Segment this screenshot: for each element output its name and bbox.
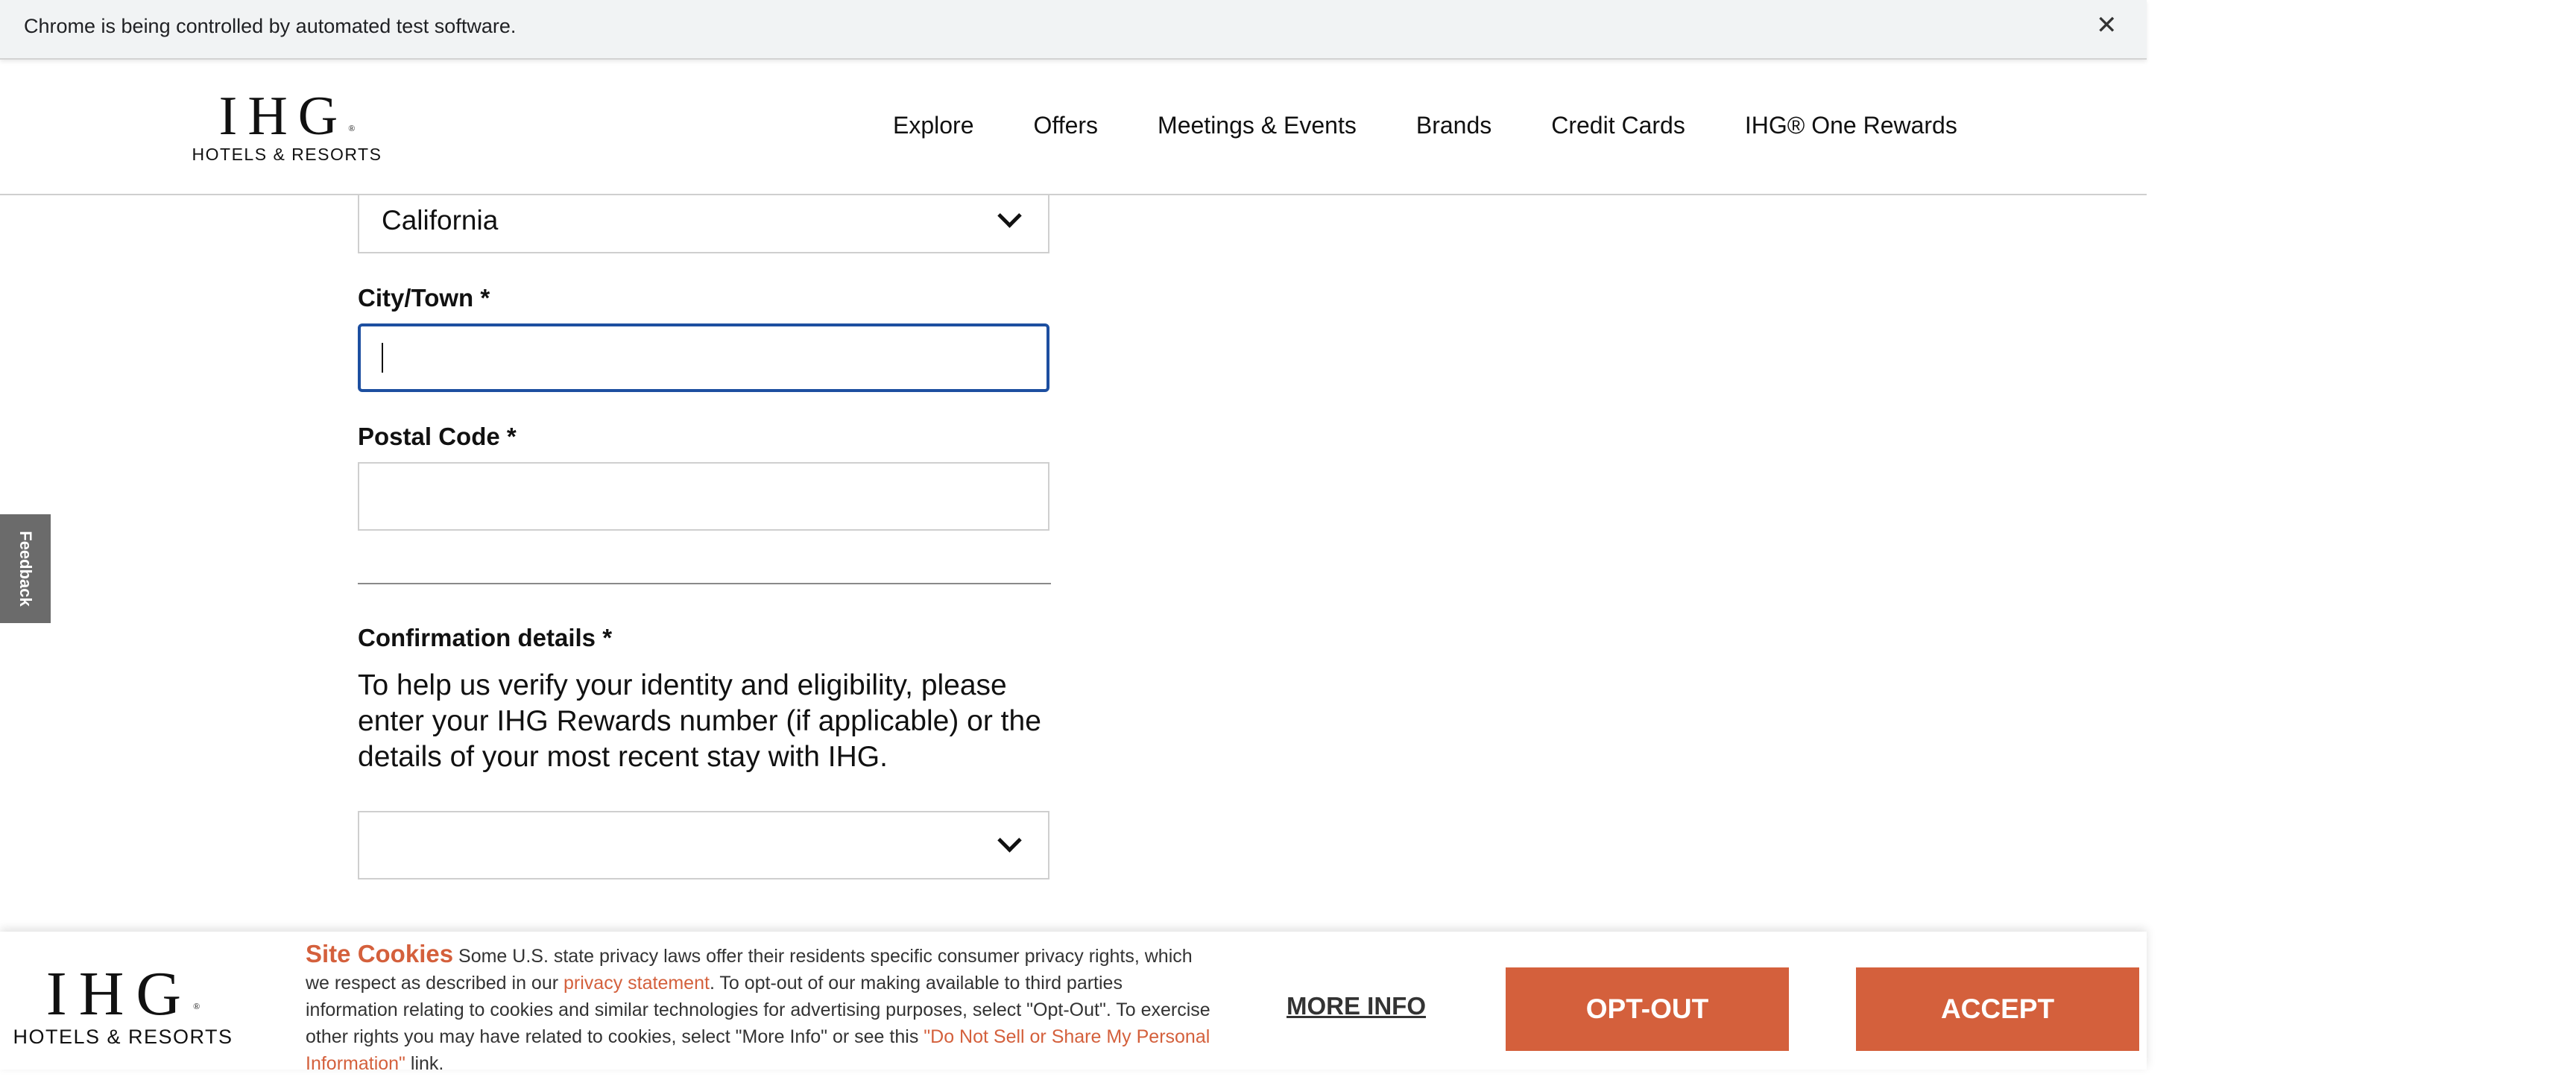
logo-mark: IHG®: [218, 86, 356, 147]
feedback-tab[interactable]: Feedback: [0, 514, 51, 623]
more-info-link[interactable]: MORE INFO: [1287, 991, 1426, 1021]
chevron-down-icon: [997, 203, 1022, 228]
postal-code-label: Postal Code *: [358, 423, 517, 450]
cookie-notice-text: Site Cookies Some U.S. state privacy law…: [306, 941, 1215, 1077]
nav-credit-cards[interactable]: Credit Cards: [1551, 110, 1685, 140]
state-select[interactable]: California: [358, 186, 1049, 253]
cookie-banner: IHG® HOTELS & RESORTS Site Cookies Some …: [0, 932, 2147, 1074]
infobar-text: Chrome is being controlled by automated …: [24, 15, 517, 37]
automation-infobar: Chrome is being controlled by automated …: [0, 0, 2147, 60]
site-header: IHG® HOTELS & RESORTS Explore Offers Mee…: [0, 60, 2147, 195]
cookie-banner-logo: IHG® HOTELS & RESORTS: [0, 959, 246, 1049]
chevron-down-icon: [997, 828, 1022, 853]
confirmation-select[interactable]: [358, 811, 1049, 879]
logo-mark: IHG®: [45, 959, 201, 1029]
confirmation-description: To help us verify your identity and elig…: [358, 669, 1041, 773]
accept-button[interactable]: ACCEPT: [1856, 967, 2139, 1051]
state-select-value: California: [382, 205, 499, 236]
city-label: City/Town *: [358, 284, 490, 312]
nav-one-rewards[interactable]: IHG® One Rewards: [1745, 110, 1957, 140]
close-icon[interactable]: ✕: [2096, 10, 2118, 40]
logo-subtitle: HOTELS & RESORTS: [13, 1026, 233, 1048]
cookie-title: Site Cookies: [306, 940, 454, 967]
text-caret: [382, 343, 383, 373]
privacy-statement-link[interactable]: privacy statement: [564, 973, 710, 994]
postal-code-input[interactable]: [358, 462, 1049, 531]
confirmation-label: Confirmation details *: [358, 624, 613, 651]
section-divider: [358, 583, 1051, 584]
feedback-label: Feedback: [16, 531, 35, 607]
cookie-text-part: link.: [405, 1053, 444, 1074]
nav-offers[interactable]: Offers: [1034, 110, 1099, 140]
nav-brands[interactable]: Brands: [1416, 110, 1491, 140]
city-input[interactable]: [358, 323, 1049, 392]
nav-meetings-events[interactable]: Meetings & Events: [1158, 110, 1357, 140]
ihg-logo[interactable]: IHG® HOTELS & RESORTS: [179, 86, 395, 164]
logo-subtitle: HOTELS & RESORTS: [192, 145, 382, 164]
opt-out-button[interactable]: OPT-OUT: [1506, 967, 1789, 1051]
main-nav: Explore Offers Meetings & Events Brands …: [893, 110, 1957, 140]
nav-explore[interactable]: Explore: [893, 110, 974, 140]
